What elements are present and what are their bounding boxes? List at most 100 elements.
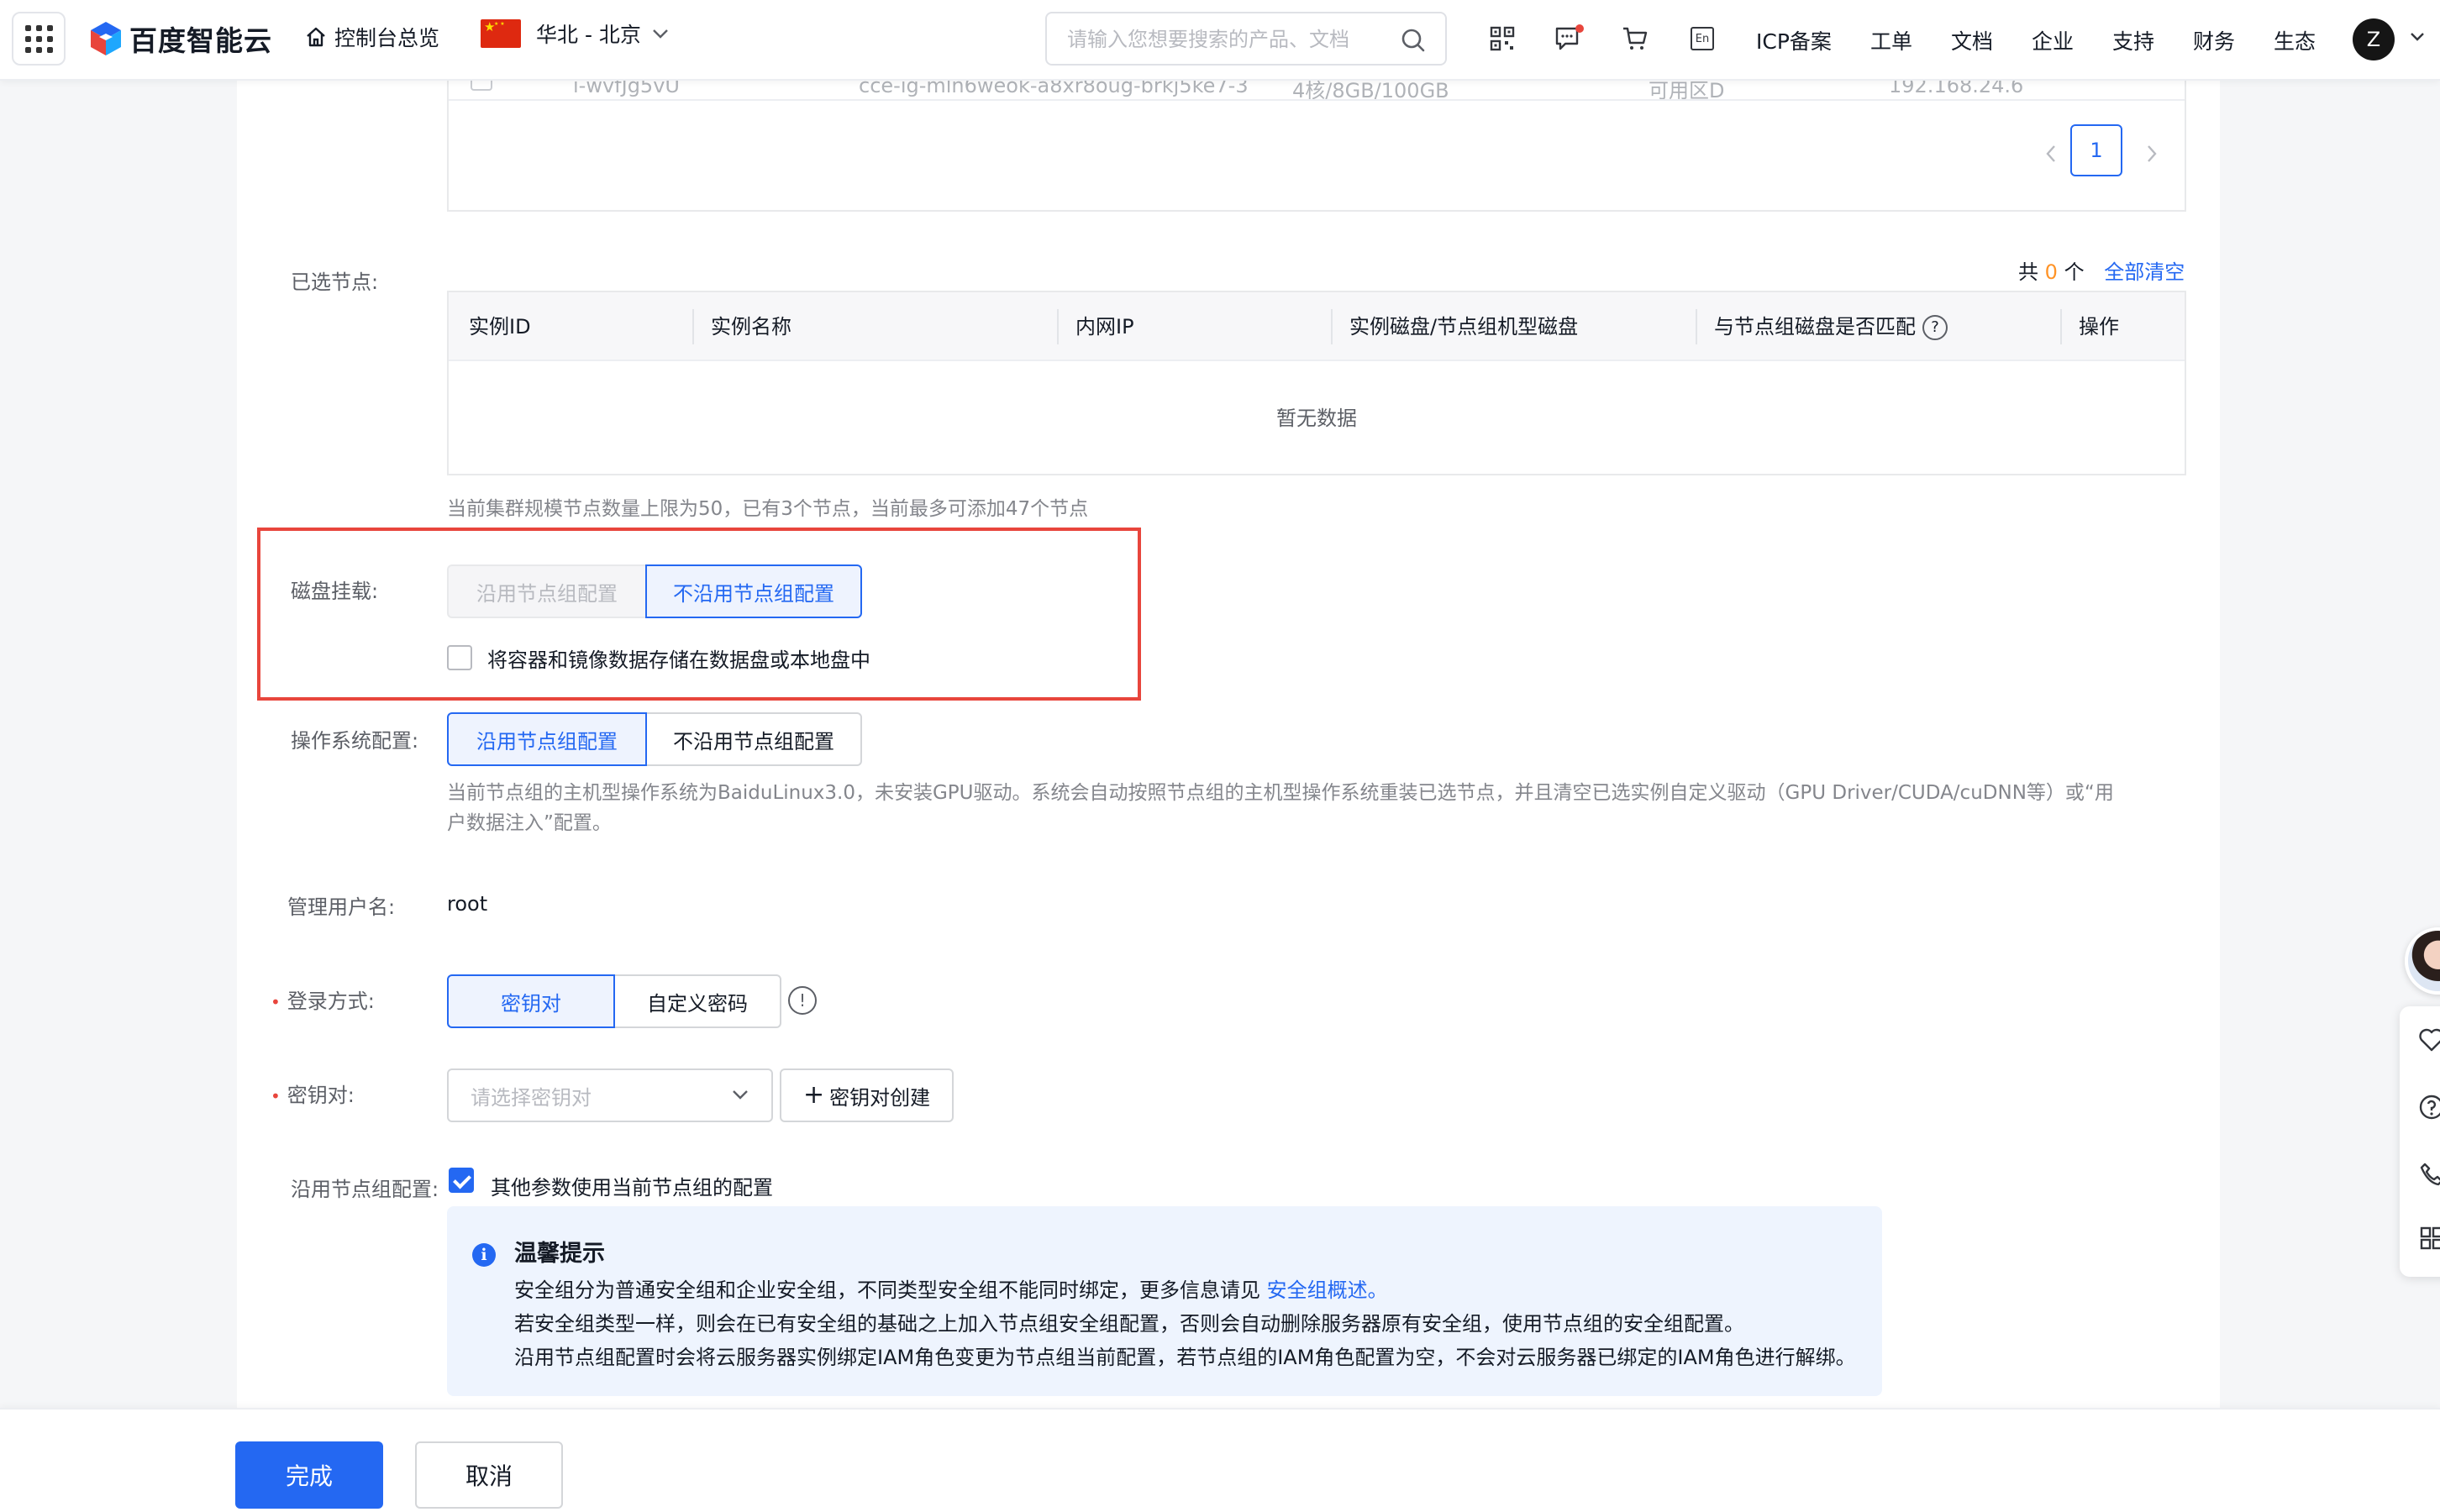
search-icon[interactable] <box>1400 27 1427 54</box>
os-config-toggle: 沿用节点组配置 不沿用节点组配置 <box>447 712 862 766</box>
nav-link-ecosystem[interactable]: 生态 <box>2274 25 2316 55</box>
favorite-icon[interactable] <box>2415 1023 2440 1057</box>
disk-mount-label: 磁盘挂载: <box>291 580 379 603</box>
nav-link-icp[interactable]: ICP备案 <box>1756 25 1832 55</box>
user-avatar[interactable]: Z <box>2353 18 2395 60</box>
search-input[interactable] <box>1067 25 1386 54</box>
tip-box: i 温馨提示 安全组分为普通安全组和企业安全组，不同类型安全组不能同时绑定，更多… <box>447 1206 1882 1396</box>
os-config-hint-line1: 当前节点组的主机型操作系统为BaiduLinux3.0，未安装GPU驱动。系统会… <box>447 782 2114 804</box>
login-method-toggle: 密钥对 自定义密码 <box>447 974 781 1028</box>
required-mark: • <box>271 1086 281 1106</box>
create-keypair-button[interactable]: + 密钥对创建 <box>780 1068 954 1122</box>
login-option-password[interactable]: 自定义密码 <box>613 974 781 1028</box>
security-group-overview-link[interactable]: 安全组概述。 <box>1267 1278 1388 1302</box>
tip-line-3: 沿用节点组配置时会将云服务器实例绑定IAM角色变更为节点组当前配置，若节点组的I… <box>514 1346 1856 1369</box>
os-config-option-custom[interactable]: 不沿用节点组配置 <box>645 712 862 766</box>
inherit-config-label: 沿用节点组配置: <box>291 1178 439 1201</box>
count-suffix: 个 <box>2064 260 2085 284</box>
container-data-checkbox[interactable] <box>447 645 472 670</box>
phone-icon[interactable] <box>2415 1158 2440 1191</box>
login-method-label: • 登录方式: <box>271 984 375 1014</box>
inherit-config-checkbox[interactable] <box>449 1168 474 1193</box>
count-prefix: 共 <box>2018 260 2038 284</box>
column-divider <box>2060 309 2062 344</box>
node-form-content: i-wvfJg5vU cce-ig-mln6weok-a8xr8oug-brkj… <box>237 64 2220 1408</box>
column-divider <box>1696 309 1697 344</box>
home-icon <box>307 27 325 47</box>
apps-icon[interactable] <box>2415 1221 2440 1255</box>
info-icon[interactable]: ! <box>788 986 817 1015</box>
apps-grid-icon[interactable] <box>12 12 66 66</box>
count-value: 0 <box>2044 260 2058 284</box>
column-disk: 实例磁盘/节点组机型磁盘 <box>1349 315 1579 339</box>
inherit-config-checkbox-label: 其他参数使用当前节点组的配置 <box>491 1176 773 1200</box>
column-actions: 操作 <box>2079 315 2119 339</box>
logo-cube-icon <box>91 22 121 55</box>
chevron-down-icon <box>733 1090 748 1100</box>
create-keypair-label: 密钥对创建 <box>829 1085 931 1110</box>
nav-link-docs[interactable]: 文档 <box>1951 25 1993 55</box>
tip-line-2: 若安全组类型一样，则会在已有安全组的基础之上加入节点组安全组配置，否则会自动删除… <box>514 1312 1744 1336</box>
keypair-label: • 密钥对: <box>271 1079 355 1108</box>
disk-mount-option-inherit[interactable]: 沿用节点组配置 <box>447 564 647 618</box>
required-mark: • <box>271 992 281 1012</box>
cancel-button[interactable]: 取消 <box>415 1441 563 1509</box>
admin-user-label: 管理用户名: <box>287 895 396 919</box>
nav-link-finance[interactable]: 财务 <box>2193 25 2235 55</box>
empty-state-text: 暂无数据 <box>1276 407 1357 430</box>
column-disk-match: 与节点组磁盘是否匹配? <box>1714 292 1948 361</box>
confirm-button[interactable]: 完成 <box>235 1441 383 1509</box>
info-icon: i <box>472 1243 496 1267</box>
top-navigation-bar: 百度智能云 控制台总览 华北 - 北京 <box>0 0 2440 81</box>
login-option-keypair[interactable]: 密钥对 <box>447 974 615 1028</box>
floating-tool-rail <box>2400 1006 2440 1277</box>
help-icon[interactable]: ? <box>1922 315 1948 340</box>
table-header: 实例ID 实例名称 内网IP 实例磁盘/节点组机型磁盘 与节点组磁盘是否匹配? … <box>449 292 2185 361</box>
chevron-down-icon <box>653 29 668 39</box>
message-icon[interactable] <box>1554 24 1585 54</box>
nav-link-support[interactable]: 支持 <box>2112 25 2154 55</box>
clear-all-link[interactable]: 全部清空 <box>2104 260 2185 284</box>
nav-link-enterprise[interactable]: 企业 <box>2032 25 2074 55</box>
cart-icon[interactable] <box>1620 24 1650 54</box>
logo-text: 百度智能云 <box>129 24 272 57</box>
plus-icon: + <box>803 1080 825 1110</box>
console-overview-link[interactable]: 控制台总览 <box>304 22 439 52</box>
keypair-label-text: 密钥对: <box>287 1084 355 1107</box>
tip-line-1: 安全组分为普通安全组和企业安全组，不同类型安全组不能同时绑定，更多信息请见 安全… <box>514 1273 1388 1303</box>
console-overview-label: 控制台总览 <box>334 26 440 50</box>
chevron-left-icon[interactable] <box>2045 144 2057 163</box>
keypair-select-placeholder: 请选择密钥对 <box>471 1085 592 1110</box>
column-instance-name: 实例名称 <box>711 315 791 339</box>
selected-nodes-label: 已选节点: <box>291 270 379 294</box>
qrcode-icon[interactable] <box>1487 24 1517 54</box>
column-private-ip: 内网IP <box>1075 315 1134 339</box>
help-icon[interactable] <box>2415 1090 2440 1124</box>
disk-mount-option-custom[interactable]: 不沿用节点组配置 <box>645 564 862 618</box>
baidu-cloud-logo[interactable]: 百度智能云 <box>89 20 272 57</box>
column-divider <box>692 309 694 344</box>
language-icon[interactable]: En <box>1687 24 1717 54</box>
chevron-down-icon[interactable] <box>2410 32 2425 42</box>
chevron-right-icon[interactable] <box>2146 144 2158 163</box>
nav-link-ticket[interactable]: 工单 <box>1870 25 1912 55</box>
column-disk-match-label: 与节点组磁盘是否匹配 <box>1714 315 1916 339</box>
keypair-select[interactable]: 请选择密钥对 <box>447 1068 773 1122</box>
global-search[interactable] <box>1045 12 1447 66</box>
china-flag-icon <box>481 19 521 48</box>
selected-nodes-table: 实例ID 实例名称 内网IP 实例磁盘/节点组机型磁盘 与节点组磁盘是否匹配? … <box>447 291 2186 475</box>
column-instance-id: 实例ID <box>469 315 531 339</box>
region-selector[interactable]: 华北 - 北京 <box>481 18 670 49</box>
disk-mount-toggle: 沿用节点组配置 不沿用节点组配置 <box>447 564 862 618</box>
node-limit-hint: 当前集群规模节点数量上限为50，已有3个节点，当前最多可添加47个节点 <box>447 498 1089 520</box>
os-config-label: 操作系统配置: <box>291 729 419 753</box>
form-footer: 完成 取消 <box>0 1408 2440 1512</box>
selected-count: 共 0 个 全部清空 <box>2018 255 2185 285</box>
os-config-hint-line2: 户数据注入”配置。 <box>447 812 612 834</box>
language-badge: En <box>1691 27 1714 50</box>
region-label: 华北 - 北京 <box>536 23 641 47</box>
pagination-page[interactable]: 1 <box>2070 124 2122 176</box>
customer-service-avatar[interactable] <box>2405 927 2440 995</box>
admin-user-value: root <box>447 892 488 916</box>
os-config-option-inherit[interactable]: 沿用节点组配置 <box>447 712 647 766</box>
